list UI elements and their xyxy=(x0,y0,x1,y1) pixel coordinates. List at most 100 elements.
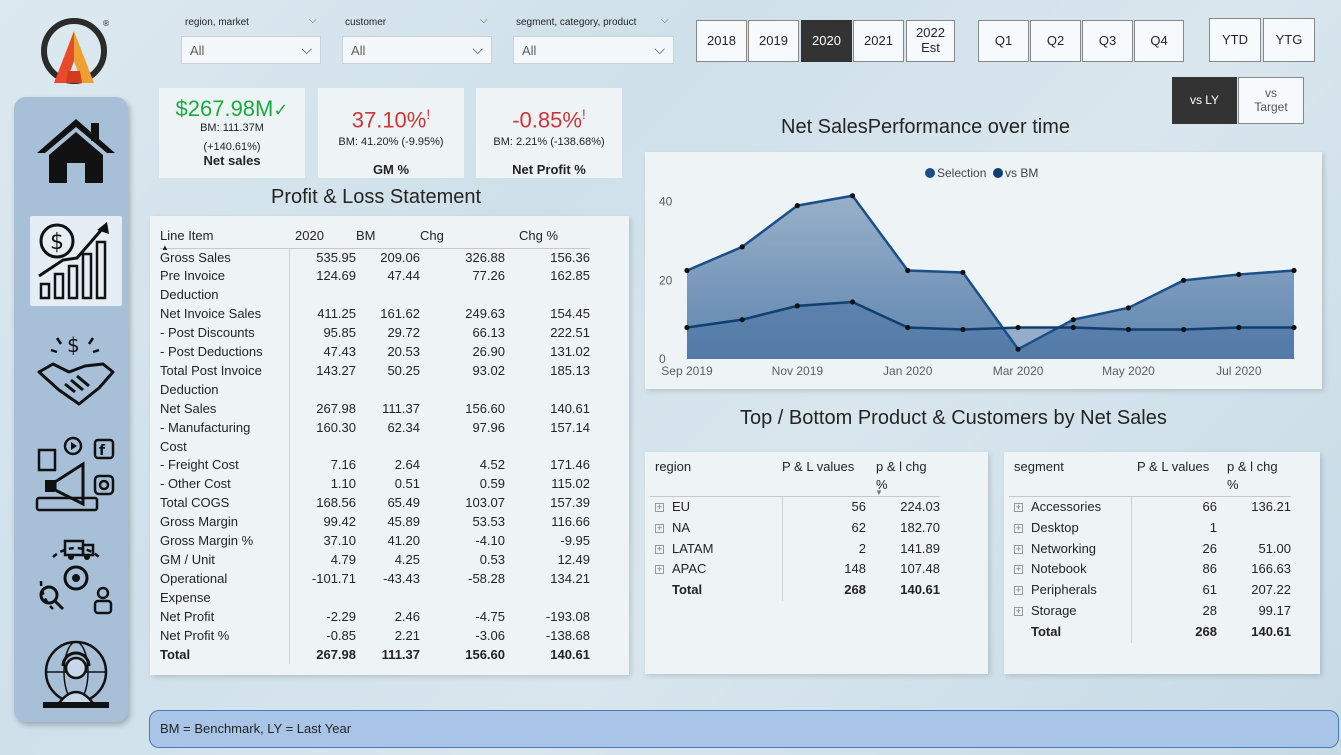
expand-icon[interactable]: + xyxy=(1014,606,1023,616)
expand-icon[interactable]: + xyxy=(655,565,664,575)
expand-icon[interactable]: + xyxy=(655,523,664,533)
vs-ly-label: vs LY xyxy=(1189,92,1220,107)
table-row[interactable]: - Manufacturing Cost 160.30 62.34 97.96 157.1… xyxy=(160,418,590,457)
quarter-button-q4[interactable]: Q4 xyxy=(1134,20,1184,62)
marketing-media-icon[interactable]: f xyxy=(30,434,122,516)
value-cell: 53.53 xyxy=(472,514,505,530)
total-value-cell: 268 xyxy=(844,582,866,598)
table-row[interactable]: - Post Discounts 95.85 29.72 66.13 222.51 xyxy=(160,324,590,344)
table-row[interactable]: Gross Sales 535.95 209.06 326.88 156.36 xyxy=(160,248,590,268)
chevron-down-icon[interactable]: ⌵ xyxy=(309,15,317,26)
table-row[interactable]: Total Post Invoice Deduction 143.27 50.25 93… xyxy=(160,361,590,400)
finance-growth-icon[interactable]: $ xyxy=(30,216,122,306)
customer-filter-value: All xyxy=(351,43,366,58)
year-button-2022-est[interactable]: 2022 Est xyxy=(906,20,955,62)
table-row[interactable]: - Other Cost 1.10 0.51 0.59 115.02 xyxy=(160,475,590,495)
bm-data-point xyxy=(1181,326,1187,333)
kpi-value: 37.10%! xyxy=(318,106,464,133)
year-button-2018[interactable]: 2018 xyxy=(696,20,747,62)
selection-data-point xyxy=(1291,267,1297,274)
expand-icon[interactable]: + xyxy=(1014,544,1023,554)
value-cell: 143.27 xyxy=(316,362,356,378)
region-filter-dropdown[interactable]: All ⌵ xyxy=(181,36,321,64)
table-row[interactable]: + EU 56 224.03 xyxy=(650,496,940,518)
category-cell: + Peripherals xyxy=(1009,580,1132,601)
table-row[interactable]: + LATAM 2 141.89 xyxy=(650,538,940,560)
home-icon[interactable] xyxy=(30,115,122,187)
table-row[interactable]: Operational Expense -101.71 -43.43 -58.28 134… xyxy=(160,569,590,608)
column-header[interactable]: P & L values xyxy=(782,458,870,497)
table-row[interactable]: Pre Invoice Deduction 124.69 47.44 77.26 162.… xyxy=(160,267,590,306)
expand-icon[interactable]: + xyxy=(655,544,664,554)
table-row[interactable]: GM / Unit 4.79 4.25 0.53 12.49 xyxy=(160,551,590,570)
x-tick-label: Jan 2020 xyxy=(883,364,933,378)
table-row[interactable]: + Accessories 66 136.21 xyxy=(1009,496,1291,518)
table-row[interactable]: Gross Margin % 37.10 41.20 -4.10 -9.95 xyxy=(160,532,590,551)
column-header[interactable]: 2020 xyxy=(289,224,356,249)
year-button-2020[interactable]: 2020 xyxy=(801,20,852,62)
bm-data-point xyxy=(1236,324,1242,331)
year-button-2019[interactable]: 2019 xyxy=(748,20,799,62)
table-row[interactable]: + Notebook 86 166.63 xyxy=(1009,559,1291,581)
expand-icon[interactable]: + xyxy=(655,503,664,512)
column-header[interactable]: Line Item ▲ xyxy=(160,224,289,252)
support-agent-icon[interactable] xyxy=(30,640,122,710)
value-cell: 77.26 xyxy=(472,268,505,284)
table-row[interactable]: + Desktop 1 xyxy=(1009,517,1291,539)
bm-data-point xyxy=(794,303,800,309)
column-header[interactable]: p & l chg% ▼ xyxy=(870,458,940,497)
table-row[interactable]: - Post Deductions 47.43 20.53 26.90 131.02 xyxy=(160,343,590,362)
table-row[interactable]: + Storage 28 99.17 xyxy=(1009,600,1291,622)
vs-ly-button[interactable]: vs LY xyxy=(1172,77,1237,124)
chevron-down-icon[interactable]: ⌵ xyxy=(480,15,488,26)
ytd-button[interactable]: YTD xyxy=(1209,18,1261,62)
table-row[interactable]: - Freight Cost 7.16 2.64 4.52 171.46 xyxy=(160,456,590,476)
value-cell: 249.63 xyxy=(465,306,505,322)
table-row[interactable]: Net Profit -2.29 2.46 -4.75 -193.08 xyxy=(160,607,590,627)
column-header[interactable]: segment xyxy=(1009,458,1131,497)
total-label-cell: Total xyxy=(650,580,783,601)
table-row[interactable]: Net Invoice Sales 411.25 161.62 249.63 154.4… xyxy=(160,305,590,325)
legend-marker xyxy=(993,168,1003,178)
period-label: YTD xyxy=(1222,31,1248,47)
value-cell: 62.34 xyxy=(387,419,420,435)
table-row[interactable]: + Peripherals 61 207.22 xyxy=(1009,580,1291,601)
chevron-down-icon[interactable]: ⌵ xyxy=(661,15,669,26)
table-total-row: Total 268 140.61 xyxy=(650,580,940,601)
quarter-label: Q3 xyxy=(1098,32,1117,48)
expand-icon[interactable]: + xyxy=(1014,565,1023,575)
column-header[interactable]: p & l chg% xyxy=(1221,458,1291,497)
value-cell: 134.21 xyxy=(550,570,590,586)
quarter-button-q3[interactable]: Q3 xyxy=(1082,20,1133,62)
table-row[interactable]: Gross Margin 99.42 45.89 53.53 116.66 xyxy=(160,513,590,533)
expand-icon[interactable]: + xyxy=(1014,503,1023,512)
table-row[interactable]: + NA 62 182.70 xyxy=(650,517,940,539)
table-row[interactable]: Total COGS 168.56 65.49 103.07 157.39 xyxy=(160,494,590,514)
column-header[interactable]: Chg % xyxy=(505,224,590,249)
line-item-cell: - Post Deductions xyxy=(160,343,290,362)
quarter-button-q1[interactable]: Q1 xyxy=(978,20,1029,62)
segment-filter-dropdown[interactable]: All ⌵ xyxy=(513,36,674,64)
vs-target-button[interactable]: vs Target xyxy=(1238,77,1304,124)
bm-data-point xyxy=(1015,324,1021,331)
expand-icon[interactable]: + xyxy=(1014,586,1023,596)
quarter-button-q2[interactable]: Q2 xyxy=(1030,20,1081,62)
ytg-button[interactable]: YTG xyxy=(1263,18,1315,62)
column-header[interactable]: P & L values xyxy=(1131,458,1221,497)
handshake-deal-icon[interactable]: $ xyxy=(30,330,122,410)
table-row[interactable]: Net Sales 267.98 111.37 156.60 140.61 xyxy=(160,399,590,419)
table-row[interactable]: + Networking 26 51.00 xyxy=(1009,538,1291,560)
year-button-2021[interactable]: 2021 xyxy=(853,20,904,62)
column-header[interactable]: Chg xyxy=(420,224,505,249)
svg-text:®: ® xyxy=(102,19,110,28)
logistics-settings-icon[interactable] xyxy=(30,537,122,619)
line-item-cell: Total Post Invoice Deduction xyxy=(160,361,290,400)
change-cell: 99.17 xyxy=(1258,602,1291,618)
table-row[interactable]: Net Profit % -0.85 2.21 -3.06 -138.68 xyxy=(160,626,590,646)
customer-filter-dropdown[interactable]: All ⌵ xyxy=(342,36,492,64)
table-row[interactable]: + APAC 148 107.48 xyxy=(650,559,940,581)
value-cell: 93.02 xyxy=(472,362,505,378)
column-header[interactable]: region xyxy=(650,458,782,497)
column-header[interactable]: BM xyxy=(356,224,420,249)
expand-icon[interactable]: + xyxy=(1014,523,1023,533)
